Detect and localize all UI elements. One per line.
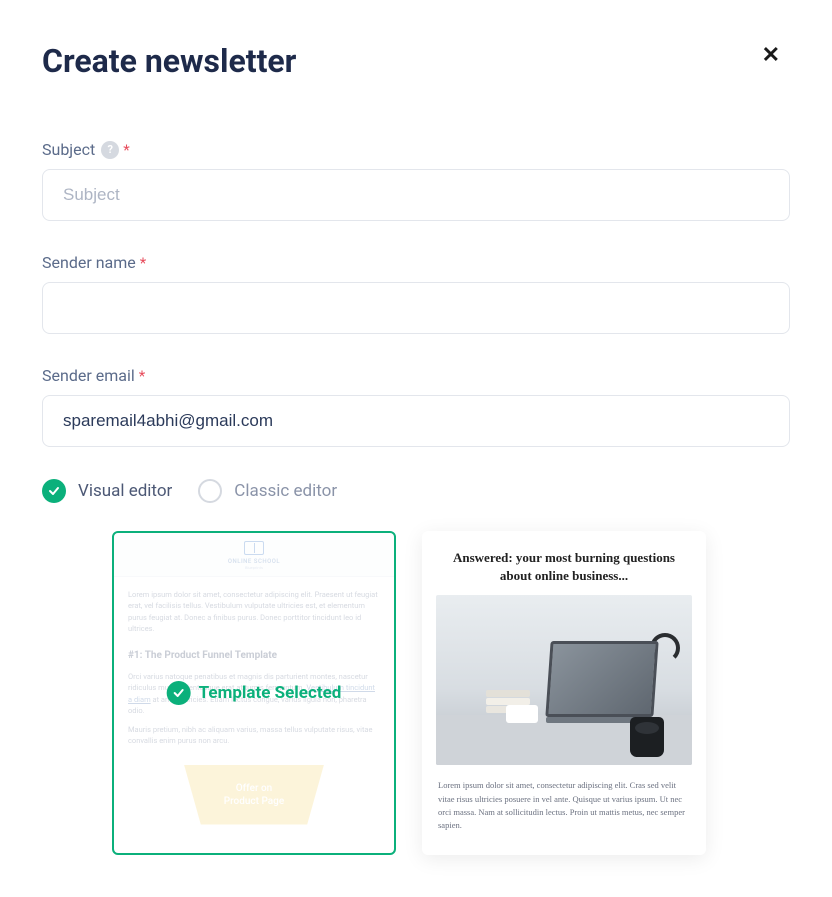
selected-badge: Template Selected	[167, 681, 342, 705]
funnel-graphic: Offer on Product Page	[184, 765, 324, 825]
template-logo-area: ONLINE SCHOOL Blueprints	[114, 533, 394, 577]
required-indicator: *	[140, 254, 146, 272]
close-icon: ✕	[762, 42, 780, 67]
subject-label: Subject	[42, 140, 95, 159]
subject-input[interactable]	[42, 169, 790, 221]
template-text: Lorem ipsum dolor sit amet, consectetur …	[128, 589, 380, 634]
template-brand-sub: Blueprints	[114, 565, 394, 570]
visual-editor-label: Visual editor	[78, 481, 172, 501]
check-icon	[42, 479, 66, 503]
sender-name-input[interactable]	[42, 282, 790, 334]
visual-editor-option[interactable]: Visual editor	[42, 479, 172, 503]
template-text: Mauris pretium, nibh ac aliquam varius, …	[128, 724, 380, 747]
template-card-2[interactable]: Answered: your most burning questions ab…	[422, 531, 706, 855]
sender-email-label: Sender email	[42, 366, 135, 385]
template-card-1[interactable]: ONLINE SCHOOL Blueprints Lorem ipsum dol…	[112, 531, 396, 855]
selected-badge-text: Template Selected	[199, 683, 342, 703]
radio-icon	[198, 479, 222, 503]
page-title: Create newsletter	[42, 42, 296, 80]
required-indicator: *	[123, 141, 129, 159]
sender-name-label: Sender name	[42, 253, 136, 272]
classic-editor-label: Classic editor	[234, 481, 337, 501]
template-headline: Answered: your most burning questions ab…	[422, 531, 706, 595]
check-icon	[167, 681, 191, 705]
required-indicator: *	[139, 367, 145, 385]
template-heading: #1: The Product Funnel Template	[128, 648, 380, 663]
classic-editor-option[interactable]: Classic editor	[198, 479, 337, 503]
sender-email-input[interactable]	[42, 395, 790, 447]
template-brand: ONLINE SCHOOL	[114, 558, 394, 565]
book-icon	[244, 541, 264, 555]
template-image	[436, 595, 692, 765]
close-button[interactable]: ✕	[752, 42, 790, 68]
template-text: Lorem ipsum dolor sit amet, consectetur …	[422, 765, 706, 832]
help-icon[interactable]: ?	[101, 141, 119, 159]
